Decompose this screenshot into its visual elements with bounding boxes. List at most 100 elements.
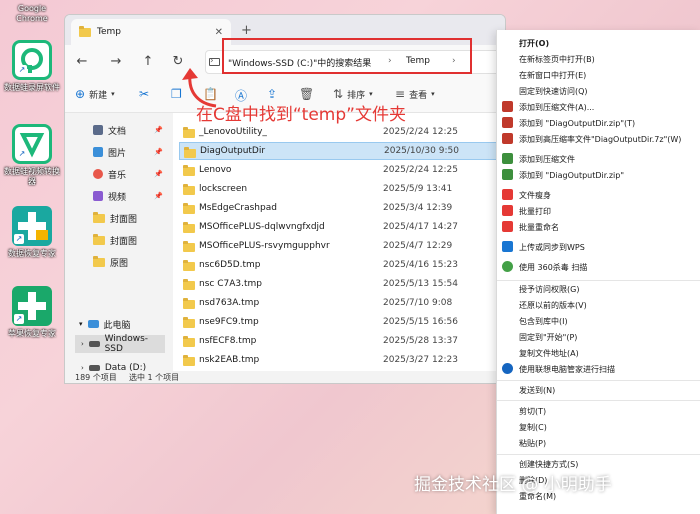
list-item[interactable]: Lenovo 2025/2/24 12:25 <box>179 161 505 179</box>
new-button[interactable]: ⊕ 新建 ▾ <box>75 87 115 101</box>
sidebar-item-label: 原图 <box>110 258 129 269</box>
selection-count: 选中 1 个项目 <box>129 373 180 382</box>
menu-item-send-to[interactable]: 发送到(N) <box>519 385 555 396</box>
file-date: 2025/4/16 15:23 <box>383 260 458 270</box>
trash-icon: 🗑 <box>299 87 315 101</box>
new-tab-icon[interactable]: + <box>241 23 252 38</box>
menu-item-open-new-window[interactable]: 在新窗口中打开(E) <box>519 70 586 81</box>
list-item[interactable]: MSOfficePLUS-dqlwvngfxdjd 2025/4/17 14:2… <box>179 218 505 236</box>
list-item-selected[interactable]: DiagOutputDir 2025/10/30 9:50 <box>179 142 505 160</box>
list-item[interactable]: nsd763A.tmp 2025/7/10 9:08 <box>179 294 505 312</box>
file-date: 2025/5/28 13:37 <box>383 336 458 346</box>
menu-divider <box>497 280 700 281</box>
folder-icon <box>183 165 195 176</box>
sidebar-item-label: 封面图 <box>110 214 138 225</box>
menu-item-360-scan[interactable]: 使用 360杀毒 扫描 <box>519 262 587 273</box>
menu-item-pin-start[interactable]: 固定到"开始"(P) <box>519 332 577 343</box>
sidebar-item-videos[interactable]: 视频 📌 <box>93 187 163 205</box>
menu-item-add-zip-2[interactable]: 添加到 "DiagOutputDir.zip" <box>519 170 624 181</box>
list-item[interactable]: nsk2EAB.tmp 2025/3/27 12:23 <box>179 351 505 369</box>
wps-icon <box>502 221 513 232</box>
computer-icon <box>87 320 99 328</box>
wps-icon <box>502 189 513 200</box>
menu-divider <box>497 454 700 455</box>
menu-item-paste[interactable]: 粘贴(P) <box>519 438 546 449</box>
back-arrow-icon[interactable]: ← <box>73 53 91 71</box>
folder-icon <box>183 184 195 195</box>
file-date: 2025/5/13 15:54 <box>383 279 458 289</box>
share-button[interactable]: ⇪ <box>267 87 277 101</box>
list-item[interactable]: MsEdgeCrashpad 2025/3/4 12:39 <box>179 199 505 217</box>
sort-button[interactable]: ⇅ 排序 ▾ <box>333 87 373 101</box>
file-name: lockscreen <box>199 184 248 194</box>
folder-icon <box>183 298 195 309</box>
menu-item-restore-versions[interactable]: 还原以前的版本(V) <box>519 300 587 311</box>
list-item[interactable]: nsfECF8.tmp 2025/5/28 13:37 <box>179 332 505 350</box>
pin-icon: 📌 <box>154 148 163 156</box>
winrar-icon <box>502 101 513 112</box>
menu-item-batch-print[interactable]: 批量打印 <box>519 206 551 217</box>
folder-icon <box>183 317 195 328</box>
delete-button[interactable]: 🗑 <box>299 87 314 101</box>
desktop-icon-apple-recovery[interactable]: ↗ 苹果恢复专家 <box>4 286 60 339</box>
desktop-icon-recovery[interactable]: ↗ 数据恢复专家 <box>4 206 60 259</box>
menu-item-copy[interactable]: 复制(C) <box>519 422 547 433</box>
file-date: 2025/7/10 9:08 <box>383 298 453 308</box>
desktop-icon-converter[interactable]: ↗ 数据蛙视频转换器 <box>4 124 60 187</box>
new-label: 新建 <box>89 90 108 101</box>
chevron-right-icon: › <box>81 340 84 348</box>
sidebar-item-cover-2[interactable]: 封面图 <box>93 231 163 249</box>
frog-converter-icon: ↗ <box>12 124 52 164</box>
sidebar-item-windows-ssd[interactable]: › Windows-SSD <box>81 334 165 354</box>
menu-item-add-compress[interactable]: 添加到压缩文件 <box>519 154 575 165</box>
list-item[interactable]: _LenovoUtility_ 2025/2/24 12:25 <box>179 123 505 141</box>
folder-icon <box>184 147 196 158</box>
menu-item-add-archive[interactable]: 添加到压缩文件(A)... <box>519 102 594 113</box>
menu-item-cut[interactable]: 剪切(T) <box>519 406 546 417</box>
list-item[interactable]: MSOfficePLUS-rsvymgupphvr 2025/4/7 12:29 <box>179 237 505 255</box>
sidebar-item-music[interactable]: 音乐 📌 <box>93 165 163 183</box>
desktop-icon-recorder[interactable]: ↗ 数据蛙录屏软件 <box>4 40 60 93</box>
sidebar-item-this-pc[interactable]: ▾ 此电脑 <box>79 315 149 333</box>
view-button[interactable]: ≡ 查看 ▾ <box>395 87 435 101</box>
list-item[interactable]: nse9FC9.tmp 2025/5/15 16:56 <box>179 313 505 331</box>
chevron-down-icon: ▾ <box>79 320 83 328</box>
sidebar-item-documents[interactable]: 文档 📌 <box>93 121 163 139</box>
menu-item-copy-path[interactable]: 复制文件地址(A) <box>519 348 579 359</box>
menu-item-add-7z[interactable]: 添加到高压缩率文件"DiagOutputDir.7z"(W) <box>519 134 681 145</box>
file-date: 2025/3/4 12:39 <box>383 203 453 213</box>
menu-item-lenovo-scan[interactable]: 使用联想电脑管家进行扫描 <box>519 364 615 375</box>
menu-item-open-new-tab[interactable]: 在新标签页中打开(B) <box>519 54 595 65</box>
menu-item-slim-file[interactable]: 文件瘦身 <box>519 190 551 201</box>
menu-item-include-library[interactable]: 包含到库中(I) <box>519 316 568 327</box>
tab-temp[interactable]: Temp ✕ <box>71 19 231 45</box>
file-date: 2025/10/30 9:50 <box>384 146 459 156</box>
file-name: DiagOutputDir <box>200 146 266 156</box>
menu-item-grant-access[interactable]: 授予访问权限(G) <box>519 284 579 295</box>
archive-tool-icon <box>502 153 513 164</box>
menu-item-add-zip[interactable]: 添加到 "DiagOutputDir.zip"(T) <box>519 118 635 129</box>
menu-item-open[interactable]: 打开(O) <box>519 38 549 49</box>
share-icon: ⇪ <box>267 87 278 101</box>
close-icon[interactable]: ✕ <box>215 27 223 38</box>
menu-item-upload-wps[interactable]: 上传或同步到WPS <box>519 242 585 253</box>
menu-item-create-shortcut[interactable]: 创建快捷方式(S) <box>519 459 578 470</box>
desktop-icon-chrome[interactable]: Google Chrome <box>4 0 60 24</box>
sidebar-item-pictures[interactable]: 图片 📌 <box>93 143 163 161</box>
drive-icon <box>88 341 100 347</box>
music-icon <box>93 169 103 179</box>
forward-arrow-icon[interactable]: → <box>107 53 125 71</box>
desktop-icon-label: Google Chrome <box>16 4 48 23</box>
video-icon <box>93 191 103 201</box>
menu-item-batch-rename[interactable]: 批量重命名 <box>519 222 559 233</box>
menu-item-pin-quick-access[interactable]: 固定到快速访问(Q) <box>519 86 588 97</box>
up-arrow-icon[interactable]: ↑ <box>139 53 157 71</box>
list-item[interactable]: nsc6D5D.tmp 2025/4/16 15:23 <box>179 256 505 274</box>
list-item[interactable]: lockscreen 2025/5/9 13:41 <box>179 180 505 198</box>
cut-button[interactable]: ✂ <box>139 87 149 101</box>
list-item[interactable]: nsc C7A3.tmp 2025/5/13 15:54 <box>179 275 505 293</box>
wps-icon <box>502 205 513 216</box>
sidebar-item-cover-1[interactable]: 封面图 <box>93 209 163 227</box>
sidebar-item-original[interactable]: 原图 <box>93 253 163 271</box>
recovery-plus-icon: ↗ <box>12 206 52 246</box>
